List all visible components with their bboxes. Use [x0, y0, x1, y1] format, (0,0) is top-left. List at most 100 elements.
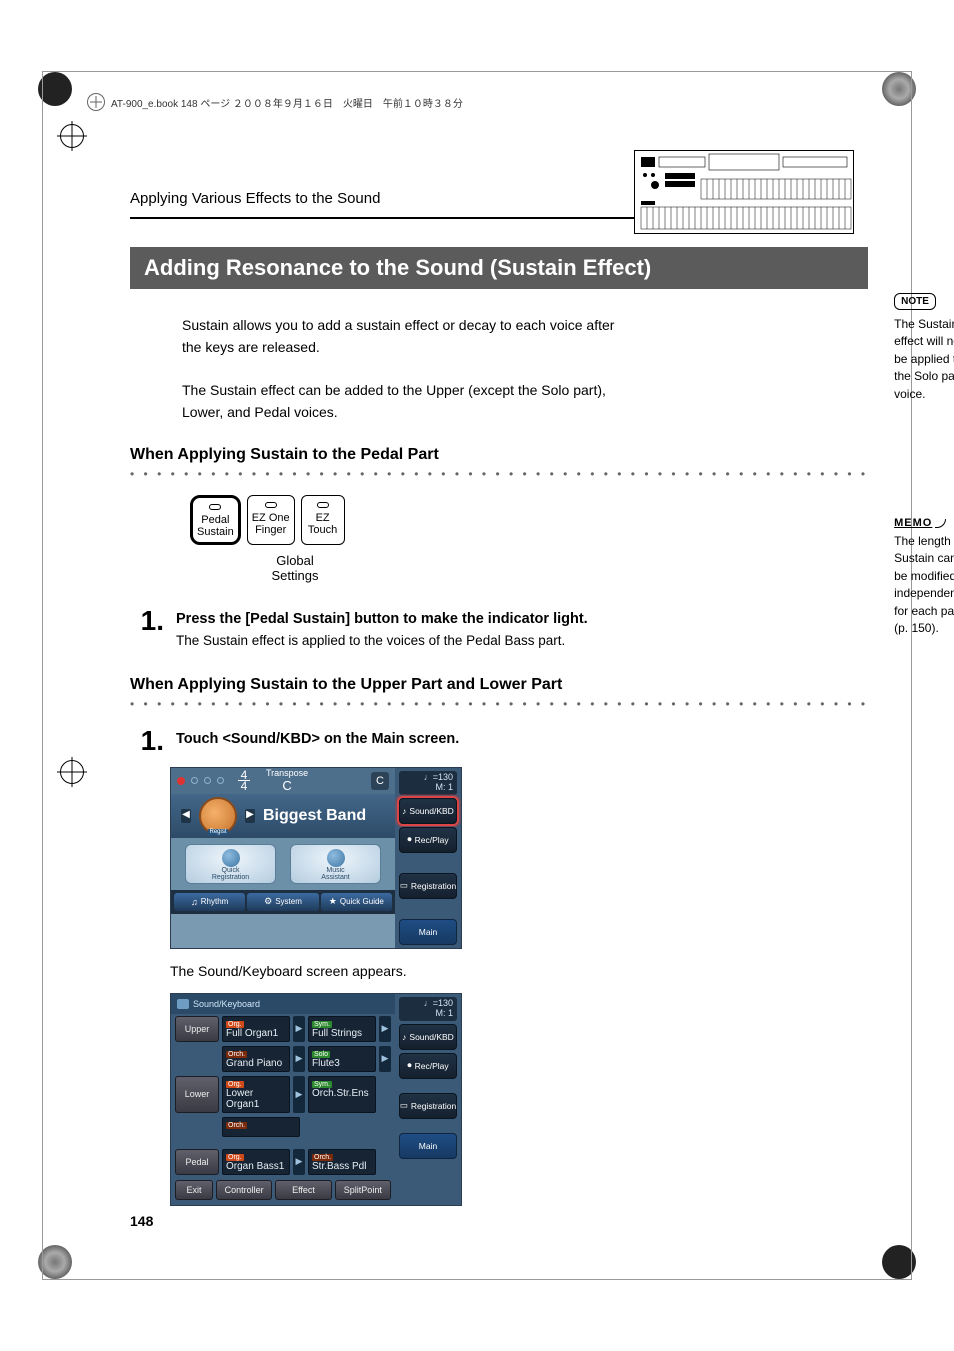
intro-paragraph-1: Sustain allows you to add a sustain effe… [182, 315, 622, 358]
registration-label: Registration [411, 881, 456, 891]
voice-category: Sym. [312, 1021, 332, 1028]
led-icon [209, 504, 221, 510]
song-row: ◀ Regist ▶ Biggest Band [171, 794, 395, 838]
tab-rhythm[interactable]: ♫Rhythm [174, 893, 245, 911]
part-lower-label: Lower [185, 1089, 210, 1099]
prev-registration-button[interactable]: ◀ [181, 809, 191, 823]
sk-title: Sound/Keyboard [193, 999, 260, 1009]
main-button[interactable]: Main [399, 1133, 457, 1159]
sound-kbd-label: Sound/KBD [409, 806, 453, 816]
tab-system[interactable]: ⚙System [247, 893, 318, 911]
rec-play-label: Rec/Play [415, 835, 449, 845]
sound-keyboard-screen-figure: Sound/Keyboard Upper Org. Full Organ1 ▶ … [170, 993, 462, 1206]
transpose-value: C [266, 778, 308, 793]
voice-cell-upper-sym[interactable]: Sym. Full Strings [308, 1016, 376, 1042]
voice-name: Organ Bass1 [226, 1161, 286, 1172]
main-label: Main [419, 927, 437, 937]
voice-category: Orch. [312, 1154, 333, 1161]
tab-system-label: System [275, 897, 302, 906]
exit-button[interactable]: Exit [175, 1180, 213, 1200]
sound-kbd-button[interactable]: ♪Sound/KBD [399, 798, 457, 824]
voice-more-button[interactable]: ▶ [293, 1076, 305, 1113]
music-assistant-label: MusicAssistant [291, 867, 380, 881]
registration-dial[interactable]: Regist [199, 797, 237, 835]
tab-quick-guide[interactable]: ★Quick Guide [321, 893, 392, 911]
pedal-sustain-label: PedalSustain [197, 514, 234, 538]
part-upper-button[interactable]: Upper [175, 1016, 219, 1042]
controller-label: Controller [225, 1185, 264, 1195]
subheading-upper-lower: When Applying Sustain to the Upper Part … [130, 676, 868, 694]
main-button[interactable]: Main [399, 919, 457, 945]
tab-quick-guide-label: Quick Guide [340, 897, 384, 906]
part-pedal-label: Pedal [185, 1157, 208, 1167]
panel-locator-diagram [634, 150, 854, 234]
step-title: Press the [Pedal Sustain] button to make… [176, 611, 868, 627]
rec-play-button[interactable]: ⏺ Rec/Play [399, 827, 457, 853]
voice-more-button[interactable]: ▶ [293, 1149, 305, 1175]
ez-one-finger-button: EZ OneFinger [247, 495, 295, 545]
voice-name: Lower Organ1 [226, 1088, 286, 1110]
voice-category: Org. [226, 1154, 244, 1161]
voice-name: Full Organ1 [226, 1028, 286, 1039]
section-title: Adding Resonance to the Sound (Sustain E… [130, 247, 868, 289]
note-text: The Sustain effect will not be applied t… [894, 316, 954, 403]
part-pedal-button[interactable]: Pedal [175, 1149, 219, 1175]
key-button[interactable]: C [371, 772, 389, 790]
voice-cell-lower-sym[interactable]: Sym. Orch.Str.Ens [308, 1076, 376, 1113]
step-number: 1. [130, 605, 164, 648]
voice-more-button[interactable]: ▶ [379, 1016, 391, 1042]
exit-label: Exit [186, 1185, 201, 1195]
rec-play-button[interactable]: ⏺ Rec/Play [399, 1053, 457, 1079]
splitpoint-button[interactable]: SplitPoint [335, 1180, 391, 1200]
book-header-line: AT-900_e.book 148 ページ ２００８年９月１６日 火曜日 午前１… [87, 93, 463, 111]
voice-name: Flute3 [312, 1058, 372, 1069]
rec-play-icon: ⏺ [407, 1060, 411, 1071]
page-number: 148 [130, 1213, 153, 1229]
step-title: Touch <Sound/KBD> on the Main screen. [176, 731, 868, 747]
sk-titlebar: Sound/Keyboard [171, 994, 395, 1014]
voice-cell-lower-org[interactable]: Org. Lower Organ1 [222, 1076, 290, 1113]
voice-name: Grand Piano [226, 1058, 286, 1069]
controller-button[interactable]: Controller [216, 1180, 272, 1200]
window-icon [177, 999, 189, 1009]
part-upper-label: Upper [185, 1024, 210, 1034]
rec-play-label: Rec/Play [415, 1061, 449, 1071]
effect-label: Effect [292, 1185, 315, 1195]
voice-cell-pedal-orch[interactable]: Orch. Str.Bass Pdl [308, 1149, 376, 1175]
registration-button[interactable]: ▭Registration [399, 873, 457, 899]
note-icon: ♪ [402, 1032, 406, 1042]
main-screen-topbar: 4 4 Transpose C C [171, 768, 395, 794]
dotted-rule: • • • • • • • • • • • • • • • • • • • • … [130, 467, 868, 481]
panel-buttons-figure: PedalSustain EZ OneFinger EZTouch Global… [190, 495, 400, 583]
step-number: 1. [130, 725, 164, 757]
voice-name: Str.Bass Pdl [312, 1161, 372, 1172]
sound-kbd-button[interactable]: ♪Sound/KBD [399, 1024, 457, 1050]
rec-play-icon: ⏺ [407, 834, 411, 845]
voice-more-button[interactable]: ▶ [293, 1046, 305, 1072]
sk-tempo-display: ♩=130 M: 1 [399, 997, 457, 1021]
voice-more-button[interactable]: ▶ [293, 1016, 305, 1042]
record-indicator-icon [177, 777, 185, 785]
time-signature: 4 4 [238, 770, 250, 793]
effect-button[interactable]: Effect [275, 1180, 331, 1200]
quick-registration-button[interactable]: QuickRegistration [185, 844, 276, 884]
next-registration-button[interactable]: ▶ [245, 809, 255, 823]
voice-cell-pedal-org[interactable]: Org. Organ Bass1 [222, 1149, 290, 1175]
voice-cell-upper-orch[interactable]: Orch. Grand Piano [222, 1046, 290, 1072]
voice-cell-upper-solo[interactable]: Solo Flute3 [308, 1046, 376, 1072]
part-lower-button[interactable]: Lower [175, 1076, 219, 1113]
music-assistant-button[interactable]: MusicAssistant [290, 844, 381, 884]
dotted-rule: • • • • • • • • • • • • • • • • • • • • … [130, 697, 868, 711]
voice-more-button[interactable]: ▶ [379, 1046, 391, 1072]
tab-rhythm-label: Rhythm [201, 897, 229, 906]
voice-cell-upper-org[interactable]: Org. Full Organ1 [222, 1016, 290, 1042]
button-group-caption: GlobalSettings [190, 553, 400, 583]
main-label: Main [419, 1141, 437, 1151]
voice-category: Org. [226, 1081, 244, 1088]
registration-button[interactable]: ▭Registration [399, 1093, 457, 1119]
system-icon: ⚙ [264, 896, 272, 907]
voice-category: Org. [226, 1021, 244, 1028]
voice-name: Orch.Str.Ens [312, 1088, 372, 1099]
voice-cell-lower-orch[interactable]: Orch. [222, 1117, 300, 1137]
note-icon: ♪ [402, 806, 406, 816]
